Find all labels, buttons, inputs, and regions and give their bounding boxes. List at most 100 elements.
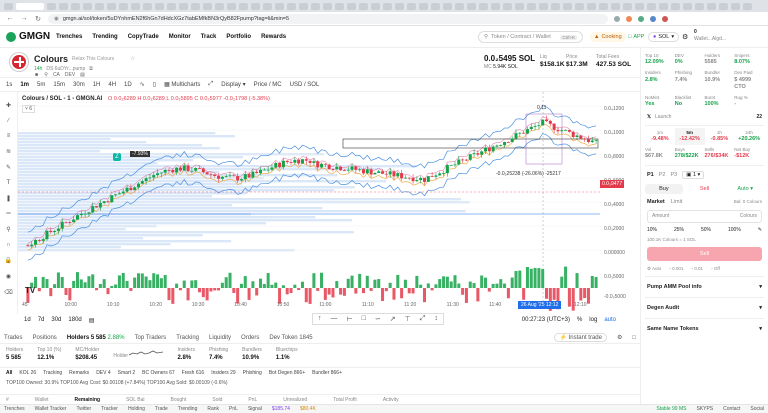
nav-trenches[interactable]: Trenches	[56, 34, 82, 40]
period-1m[interactable]: 1m -9.48%	[645, 128, 675, 145]
footer-pnl[interactable]: PnL	[229, 406, 238, 412]
footer-rank[interactable]: Rank	[207, 406, 219, 412]
option-tip[interactable]: ◦ 0.01	[691, 266, 703, 271]
browser-tab[interactable]	[287, 2, 296, 10]
chart-canvas[interactable]: 45 10:00 10:10 10:20 10:30 10:40 10:50 11:00 11:…	[18, 92, 640, 314]
col-bought[interactable]: Bought	[171, 397, 187, 403]
range-7d[interactable]: 7d	[38, 317, 45, 323]
footer-trade[interactable]: Trade	[155, 406, 168, 412]
filter-fresh[interactable]: Fresh 616	[182, 370, 205, 376]
amount-input[interactable]: Amount Colours	[647, 209, 762, 223]
browser-tab[interactable]	[155, 2, 164, 10]
magnet-icon[interactable]: ∩	[6, 242, 10, 248]
browser-tab[interactable]	[599, 2, 608, 10]
browser-tab[interactable]	[131, 2, 140, 10]
extension-icon[interactable]	[626, 15, 632, 22]
section-pool-info[interactable]: Pump AMM Pool info ▾	[641, 279, 768, 295]
filter-phishing[interactable]: Phishing	[243, 370, 262, 376]
browser-tab[interactable]	[431, 2, 440, 10]
footer-wallet-tracker[interactable]: Wallet Tracker	[35, 406, 67, 412]
browser-tab[interactable]	[611, 2, 620, 10]
browser-tab[interactable]	[215, 2, 224, 10]
range-30d[interactable]: 30d	[51, 317, 61, 323]
multicharts-button[interactable]: ▦ Multicharts	[164, 81, 200, 88]
app-button[interactable]: □ APP	[624, 32, 648, 42]
zoom-icon[interactable]: ⚲	[6, 226, 10, 233]
footer-holding[interactable]: Holding	[128, 406, 145, 412]
browser-tab[interactable]	[227, 2, 236, 10]
settings-icon[interactable]: ⚙	[617, 334, 622, 341]
pct-100[interactable]: 100%	[728, 227, 741, 233]
chain-select[interactable]: ● SOL ▾	[648, 32, 680, 42]
preset-p1[interactable]: P1	[647, 172, 654, 178]
browser-tab[interactable]	[95, 2, 104, 10]
wallet-button[interactable]: 0 Wallet...Algd...	[694, 29, 764, 45]
forward-icon[interactable]: →	[20, 15, 28, 22]
price-mc-toggle[interactable]: Price / MC	[254, 82, 282, 88]
x-icon[interactable]: 𝕏	[647, 114, 651, 120]
browser-tab[interactable]	[275, 2, 284, 10]
footer-trending[interactable]: Trending	[178, 406, 198, 412]
browser-tab[interactable]	[419, 2, 428, 10]
browser-tab[interactable]	[191, 2, 200, 10]
footer-social[interactable]: Social	[750, 406, 764, 412]
timeframe-1h[interactable]: 1H	[93, 82, 101, 88]
lock-icon[interactable]: 🔒	[5, 257, 12, 264]
browser-tab[interactable]	[455, 2, 464, 10]
tab-liquidity[interactable]: Liquidity	[209, 335, 231, 341]
browser-tab[interactable]	[4, 2, 13, 10]
text-icon[interactable]: T	[7, 180, 11, 186]
option-auto[interactable]: ⚙ Auto	[647, 266, 661, 272]
buy-tab[interactable]: Buy	[645, 183, 683, 194]
footer-contact[interactable]: Contact	[723, 406, 740, 412]
instant-trade-button[interactable]: ⚡ Instant trade	[554, 333, 607, 342]
browser-tab[interactable]	[119, 2, 128, 10]
order-market[interactable]: Market	[647, 199, 665, 205]
browser-tab[interactable]	[695, 2, 704, 10]
tab-dev-token[interactable]: Dev Token 1845	[269, 335, 312, 341]
filter-all[interactable]: All	[6, 370, 12, 376]
browser-tab[interactable]	[671, 2, 680, 10]
browser-tab[interactable]	[179, 2, 188, 10]
copy-icon[interactable]: ⧉	[89, 66, 93, 72]
period-5m[interactable]: 5m -12.42%	[674, 127, 705, 146]
sell-tab[interactable]: Sell	[686, 184, 724, 194]
browser-tab[interactable]	[203, 2, 212, 10]
price-chart[interactable]: ✚ ∕ ≡ ≋ ✎ T ❚ ═ ⚲ ∩ 🔒 ◉ ⌫ 45 10:00 10:10 10…	[0, 92, 640, 325]
browser-tab[interactable]	[731, 2, 740, 10]
browser-tab[interactable]	[107, 2, 116, 10]
url-input[interactable]: ◉ gmgn.ai/sol/token/5uDYnhmEN2f6hGn7dHdc…	[48, 13, 608, 24]
browser-tab[interactable]	[443, 2, 452, 10]
ruler-icon[interactable]: ═	[6, 211, 10, 217]
section-degen-audit[interactable]: Degen Audit ▾	[641, 300, 768, 316]
auto-tab[interactable]: Auto ▾	[726, 184, 764, 194]
settings-icon[interactable]: ⚙	[682, 33, 688, 41]
browser-tab[interactable]	[623, 2, 632, 10]
star-icon[interactable]: ☆	[130, 55, 135, 62]
period-1h[interactable]: 1h -0.85%	[705, 128, 735, 145]
reload-icon[interactable]: ↻	[34, 15, 42, 23]
browser-tab[interactable]	[299, 2, 308, 10]
pct-25[interactable]: 25%	[674, 227, 684, 233]
timeframe-4h[interactable]: 4H	[108, 82, 116, 88]
range-180d[interactable]: 180d	[68, 317, 81, 323]
browser-tab[interactable]	[71, 2, 80, 10]
browser-tab[interactable]	[83, 2, 92, 10]
browser-tab[interactable]	[467, 2, 476, 10]
candle-type-icon[interactable]: ▯	[153, 81, 156, 88]
tab-orders[interactable]: Orders	[241, 335, 259, 341]
browser-tab[interactable]	[563, 2, 572, 10]
browser-tab[interactable]	[395, 2, 404, 10]
browser-tab[interactable]	[167, 2, 176, 10]
cooking-button[interactable]: ▲ Cooking	[590, 32, 626, 42]
footer-trenches[interactable]: Trenches	[4, 406, 25, 412]
col-pnl[interactable]: PnL	[248, 397, 257, 403]
browser-tab[interactable]	[143, 2, 152, 10]
browser-tab[interactable]	[263, 2, 272, 10]
order-limit[interactable]: Limit	[671, 199, 683, 205]
browser-tab[interactable]	[491, 2, 500, 10]
nav-track[interactable]: Track	[201, 34, 217, 40]
browser-tab[interactable]	[503, 2, 512, 10]
tab-tracking[interactable]: Tracking	[176, 335, 199, 341]
browser-tab[interactable]	[359, 2, 368, 10]
